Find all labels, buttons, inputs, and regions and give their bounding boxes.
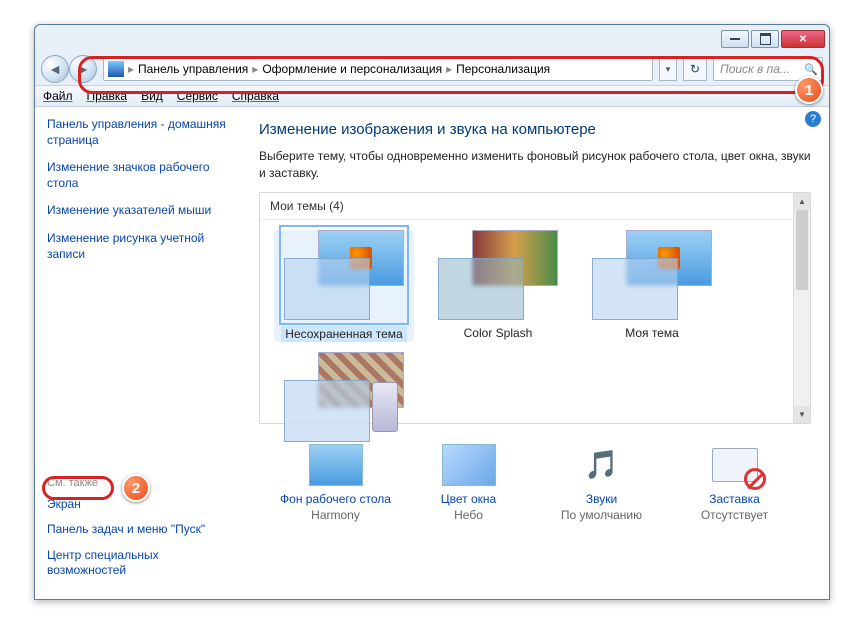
label: Фон рабочего стола	[276, 492, 396, 506]
maximize-button[interactable]	[751, 30, 779, 48]
menu-view[interactable]: Вид	[141, 89, 163, 103]
theme-item[interactable]	[274, 352, 414, 448]
scroll-thumb[interactable]	[796, 210, 808, 290]
refresh-button[interactable]: ↻	[683, 57, 707, 81]
scroll-up-icon[interactable]: ▲	[794, 193, 810, 210]
value: По умолчанию	[542, 508, 662, 522]
sidebar-ease-of-access[interactable]: Центр специальных возможностей	[47, 548, 229, 579]
breadcrumb-appearance[interactable]: Оформление и персонализация	[258, 62, 446, 76]
screensaver-icon	[708, 444, 762, 486]
nav-row: ◄ ► ▸ Панель управления ▸ Оформление и п…	[35, 53, 829, 85]
titlebar: ✕	[35, 25, 829, 53]
label: Цвет окна	[409, 492, 529, 506]
label: Звуки	[542, 492, 662, 506]
main-panel: ? Изменение изображения и звука на компь…	[241, 107, 829, 599]
forward-button[interactable]: ►	[69, 55, 97, 83]
theme-label: Несохраненная тема	[281, 326, 406, 342]
menu-tools[interactable]: Сервис	[177, 89, 218, 103]
theme-grid: Несохраненная тема Color Splash Моя тема	[260, 220, 810, 458]
theme-label: Color Splash	[464, 326, 533, 340]
menu-edit[interactable]: Правка	[87, 89, 128, 103]
page-description: Выберите тему, чтобы одновременно измени…	[259, 148, 811, 182]
sidebar: Панель управления - домашняя страница Из…	[35, 107, 241, 599]
sidebar-taskbar[interactable]: Панель задач и меню "Пуск"	[47, 522, 229, 538]
scrollbar[interactable]: ▲ ▼	[793, 193, 810, 423]
control-panel-icon	[108, 61, 124, 77]
theme-color-splash[interactable]: Color Splash	[428, 230, 568, 342]
menu-help[interactable]: Справка	[232, 89, 279, 103]
value: Отсутствует	[675, 508, 795, 522]
value: Небо	[409, 508, 529, 522]
menu-file[interactable]: Файл	[43, 89, 73, 103]
scroll-down-icon[interactable]: ▼	[794, 406, 810, 423]
back-button[interactable]: ◄	[41, 55, 69, 83]
sidebar-desktop-icons[interactable]: Изменение значков рабочего стола	[47, 160, 229, 191]
search-placeholder: Поиск в па...	[720, 62, 790, 76]
label: Заставка	[675, 492, 795, 506]
page-title: Изменение изображения и звука на компьют…	[259, 121, 811, 138]
nav-buttons: ◄ ►	[41, 55, 97, 83]
minimize-button[interactable]	[721, 30, 749, 48]
address-bar[interactable]: ▸ Панель управления ▸ Оформление и персо…	[103, 57, 653, 81]
theme-unsaved[interactable]: Несохраненная тема	[274, 230, 414, 342]
my-themes-header: Мои темы (4)	[260, 193, 810, 220]
address-dropdown[interactable]: ▾	[659, 57, 677, 81]
sidebar-home[interactable]: Панель управления - домашняя страница	[47, 117, 229, 148]
theme-label: Моя тема	[625, 326, 679, 340]
annotation-badge-1: 1	[795, 76, 823, 104]
menu-bar: Файл Правка Вид Сервис Справка	[35, 85, 829, 107]
themes-panel: Мои темы (4) Несохраненная тема Color Sp…	[259, 192, 811, 424]
theme-my-theme[interactable]: Моя тема	[582, 230, 722, 342]
sidebar-mouse-pointers[interactable]: Изменение указателей мыши	[47, 203, 229, 219]
personalization-window: ✕ ◄ ► ▸ Панель управления ▸ Оформление и…	[34, 24, 830, 600]
close-button[interactable]: ✕	[781, 30, 825, 48]
body: Панель управления - домашняя страница Из…	[35, 107, 829, 599]
breadcrumb-personalization[interactable]: Персонализация	[452, 62, 554, 76]
sidebar-account-picture[interactable]: Изменение рисунка учетной записи	[47, 231, 229, 262]
breadcrumb-control-panel[interactable]: Панель управления	[134, 62, 252, 76]
value: Harmony	[276, 508, 396, 522]
annotation-badge-2: 2	[122, 474, 150, 502]
help-icon[interactable]: ?	[805, 111, 821, 127]
